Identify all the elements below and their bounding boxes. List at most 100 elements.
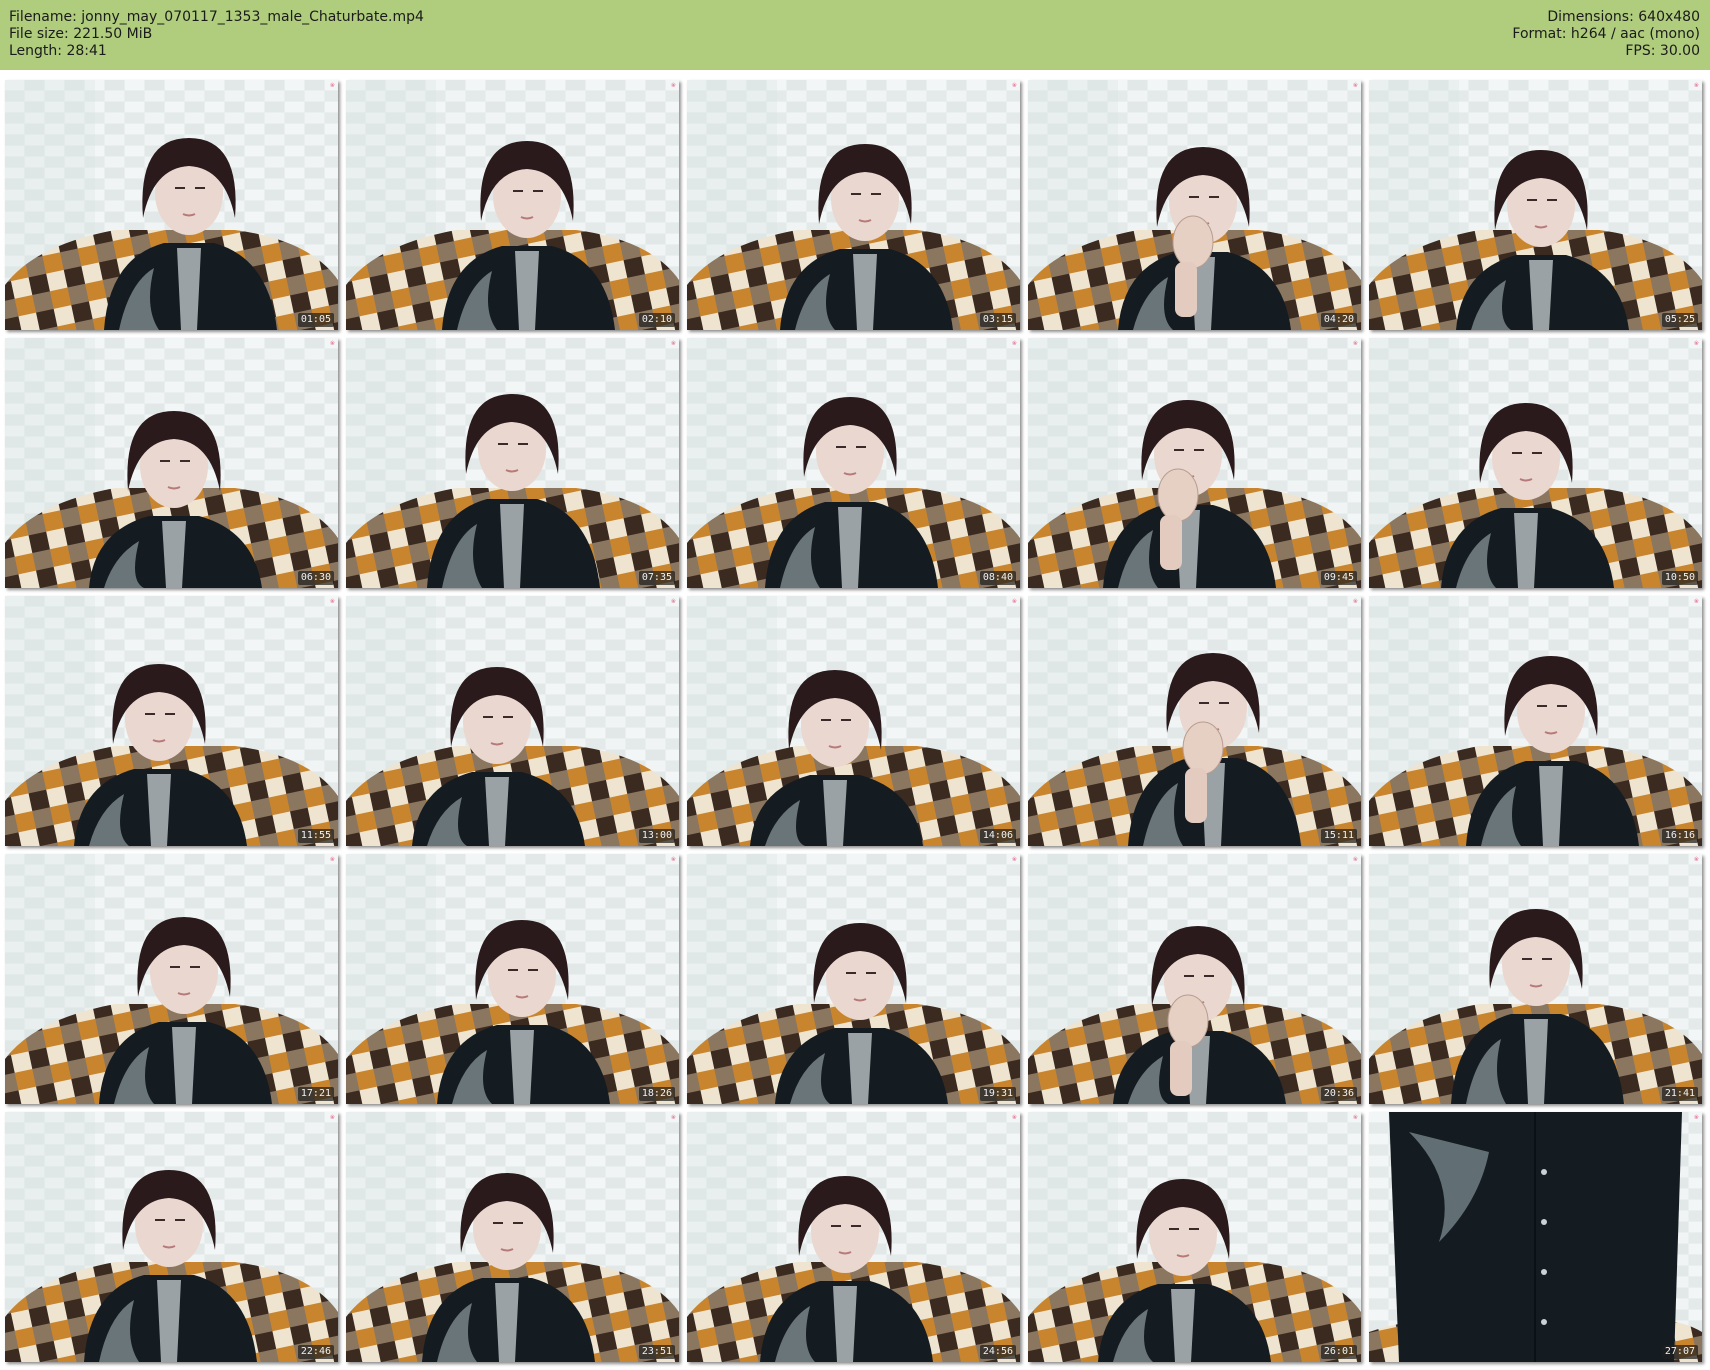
watermark-icon: ❀	[1352, 1114, 1358, 1121]
thumbnail-timestamp: 13:00	[638, 829, 675, 843]
watermark-icon: ❀	[670, 82, 676, 89]
watermark-icon: ❀	[329, 598, 335, 605]
video-thumbnail: ❀ 22:46	[5, 1112, 338, 1362]
filesize-label: File size: 221.50 MiB	[9, 26, 153, 42]
video-thumbnail: ❀ 02:10	[346, 80, 679, 330]
thumbnail-frame-image	[346, 80, 679, 330]
thumbnail-grid: ❀ 01:05 ❀ 02:10 ❀ 03:15 ❀ 04:20 ❀ 05:25 …	[5, 80, 1702, 1362]
video-thumbnail: ❀ 09:45	[1028, 338, 1361, 588]
watermark-icon: ❀	[1352, 340, 1358, 347]
thumbnail-frame-image	[1369, 854, 1702, 1104]
thumbnail-frame-image	[1369, 338, 1702, 588]
thumbnail-frame-image	[5, 1112, 338, 1362]
watermark-icon: ❀	[1693, 340, 1699, 347]
video-thumbnail: ❀ 05:25	[1369, 80, 1702, 330]
video-thumbnail: ❀ 20:36	[1028, 854, 1361, 1104]
thumbnail-timestamp: 16:16	[1661, 829, 1698, 843]
watermark-icon: ❀	[1693, 82, 1699, 89]
thumbnail-frame-image	[346, 596, 679, 846]
thumbnail-frame-image	[687, 1112, 1020, 1362]
thumbnail-timestamp: 15:11	[1320, 829, 1357, 843]
watermark-icon: ❀	[329, 340, 335, 347]
thumbnail-timestamp: 02:10	[638, 313, 675, 327]
video-thumbnail: ❀ 07:35	[346, 338, 679, 588]
thumbnail-timestamp: 22:46	[297, 1345, 334, 1359]
thumbnail-timestamp: 21:41	[1661, 1087, 1698, 1101]
thumbnail-frame-image	[1028, 80, 1361, 330]
thumbnail-frame-image	[346, 1112, 679, 1362]
video-thumbnail: ❀ 08:40	[687, 338, 1020, 588]
video-thumbnail: ❀ 04:20	[1028, 80, 1361, 330]
file-info: Filename: jonny_may_070117_1353_male_Cha…	[9, 9, 424, 60]
watermark-icon: ❀	[1011, 82, 1017, 89]
thumbnail-timestamp: 04:20	[1320, 313, 1357, 327]
video-thumbnail: ❀ 06:30	[5, 338, 338, 588]
length-label: Length: 28:41	[9, 43, 107, 59]
thumbnail-frame-image	[687, 596, 1020, 846]
video-thumbnail: ❀ 11:55	[5, 596, 338, 846]
video-thumbnail: ❀ 16:16	[1369, 596, 1702, 846]
thumbnail-timestamp: 17:21	[297, 1087, 334, 1101]
media-info: Dimensions: 640x480 Format: h264 / aac (…	[1512, 9, 1700, 60]
video-thumbnail: ❀ 24:56	[687, 1112, 1020, 1362]
watermark-icon: ❀	[1693, 856, 1699, 863]
thumbnail-timestamp: 07:35	[638, 571, 675, 585]
thumbnail-frame-image	[346, 338, 679, 588]
video-thumbnail: ❀ 23:51	[346, 1112, 679, 1362]
thumbnail-frame-image	[1369, 596, 1702, 846]
watermark-icon: ❀	[670, 340, 676, 347]
watermark-icon: ❀	[1693, 598, 1699, 605]
thumbnail-timestamp: 03:15	[979, 313, 1016, 327]
video-thumbnail: ❀ 17:21	[5, 854, 338, 1104]
thumbnail-timestamp: 18:26	[638, 1087, 675, 1101]
thumbnail-frame-image	[1028, 596, 1361, 846]
thumbnail-timestamp: 05:25	[1661, 313, 1698, 327]
thumbnail-timestamp: 09:45	[1320, 571, 1357, 585]
watermark-icon: ❀	[1352, 598, 1358, 605]
thumbnail-timestamp: 27:07	[1661, 1345, 1698, 1359]
watermark-icon: ❀	[1011, 598, 1017, 605]
fps-label: FPS: 30.00	[1625, 43, 1700, 59]
thumbnail-frame-image	[687, 80, 1020, 330]
video-thumbnail: ❀ 27:07	[1369, 1112, 1702, 1362]
watermark-icon: ❀	[329, 856, 335, 863]
watermark-icon: ❀	[1011, 1114, 1017, 1121]
thumbnail-timestamp: 08:40	[979, 571, 1016, 585]
thumbnail-frame-image	[1369, 1112, 1702, 1362]
watermark-icon: ❀	[1352, 82, 1358, 89]
thumbnail-frame-image	[5, 854, 338, 1104]
thumbnail-timestamp: 10:50	[1661, 571, 1698, 585]
watermark-icon: ❀	[1011, 340, 1017, 347]
thumbnail-frame-image	[346, 854, 679, 1104]
thumbnail-frame-image	[1028, 854, 1361, 1104]
watermark-icon: ❀	[670, 1114, 676, 1121]
watermark-icon: ❀	[1693, 1114, 1699, 1121]
thumbnail-frame-image	[1369, 80, 1702, 330]
video-thumbnail: ❀ 26:01	[1028, 1112, 1361, 1362]
watermark-icon: ❀	[670, 598, 676, 605]
video-thumbnail: ❀ 13:00	[346, 596, 679, 846]
watermark-icon: ❀	[1011, 856, 1017, 863]
thumbnail-frame-image	[5, 596, 338, 846]
video-thumbnail: ❀ 03:15	[687, 80, 1020, 330]
video-thumbnail: ❀ 21:41	[1369, 854, 1702, 1104]
watermark-icon: ❀	[1352, 856, 1358, 863]
thumbnail-frame-image	[5, 338, 338, 588]
thumbnail-timestamp: 24:56	[979, 1345, 1016, 1359]
thumbnail-frame-image	[687, 338, 1020, 588]
thumbnail-frame-image	[687, 854, 1020, 1104]
thumbnail-timestamp: 01:05	[297, 313, 334, 327]
video-thumbnail: ❀ 14:06	[687, 596, 1020, 846]
video-thumbnail: ❀ 15:11	[1028, 596, 1361, 846]
info-header: Filename: jonny_may_070117_1353_male_Cha…	[0, 0, 1710, 70]
thumbnail-frame-image	[5, 80, 338, 330]
thumbnail-timestamp: 11:55	[297, 829, 334, 843]
video-thumbnail: ❀ 18:26	[346, 854, 679, 1104]
thumbnail-timestamp: 14:06	[979, 829, 1016, 843]
video-thumbnail: ❀ 19:31	[687, 854, 1020, 1104]
thumbnail-timestamp: 19:31	[979, 1087, 1016, 1101]
format-label: Format: h264 / aac (mono)	[1512, 26, 1700, 42]
filename-label: Filename: jonny_may_070117_1353_male_Cha…	[9, 9, 424, 25]
watermark-icon: ❀	[670, 856, 676, 863]
thumbnail-frame-image	[1028, 1112, 1361, 1362]
